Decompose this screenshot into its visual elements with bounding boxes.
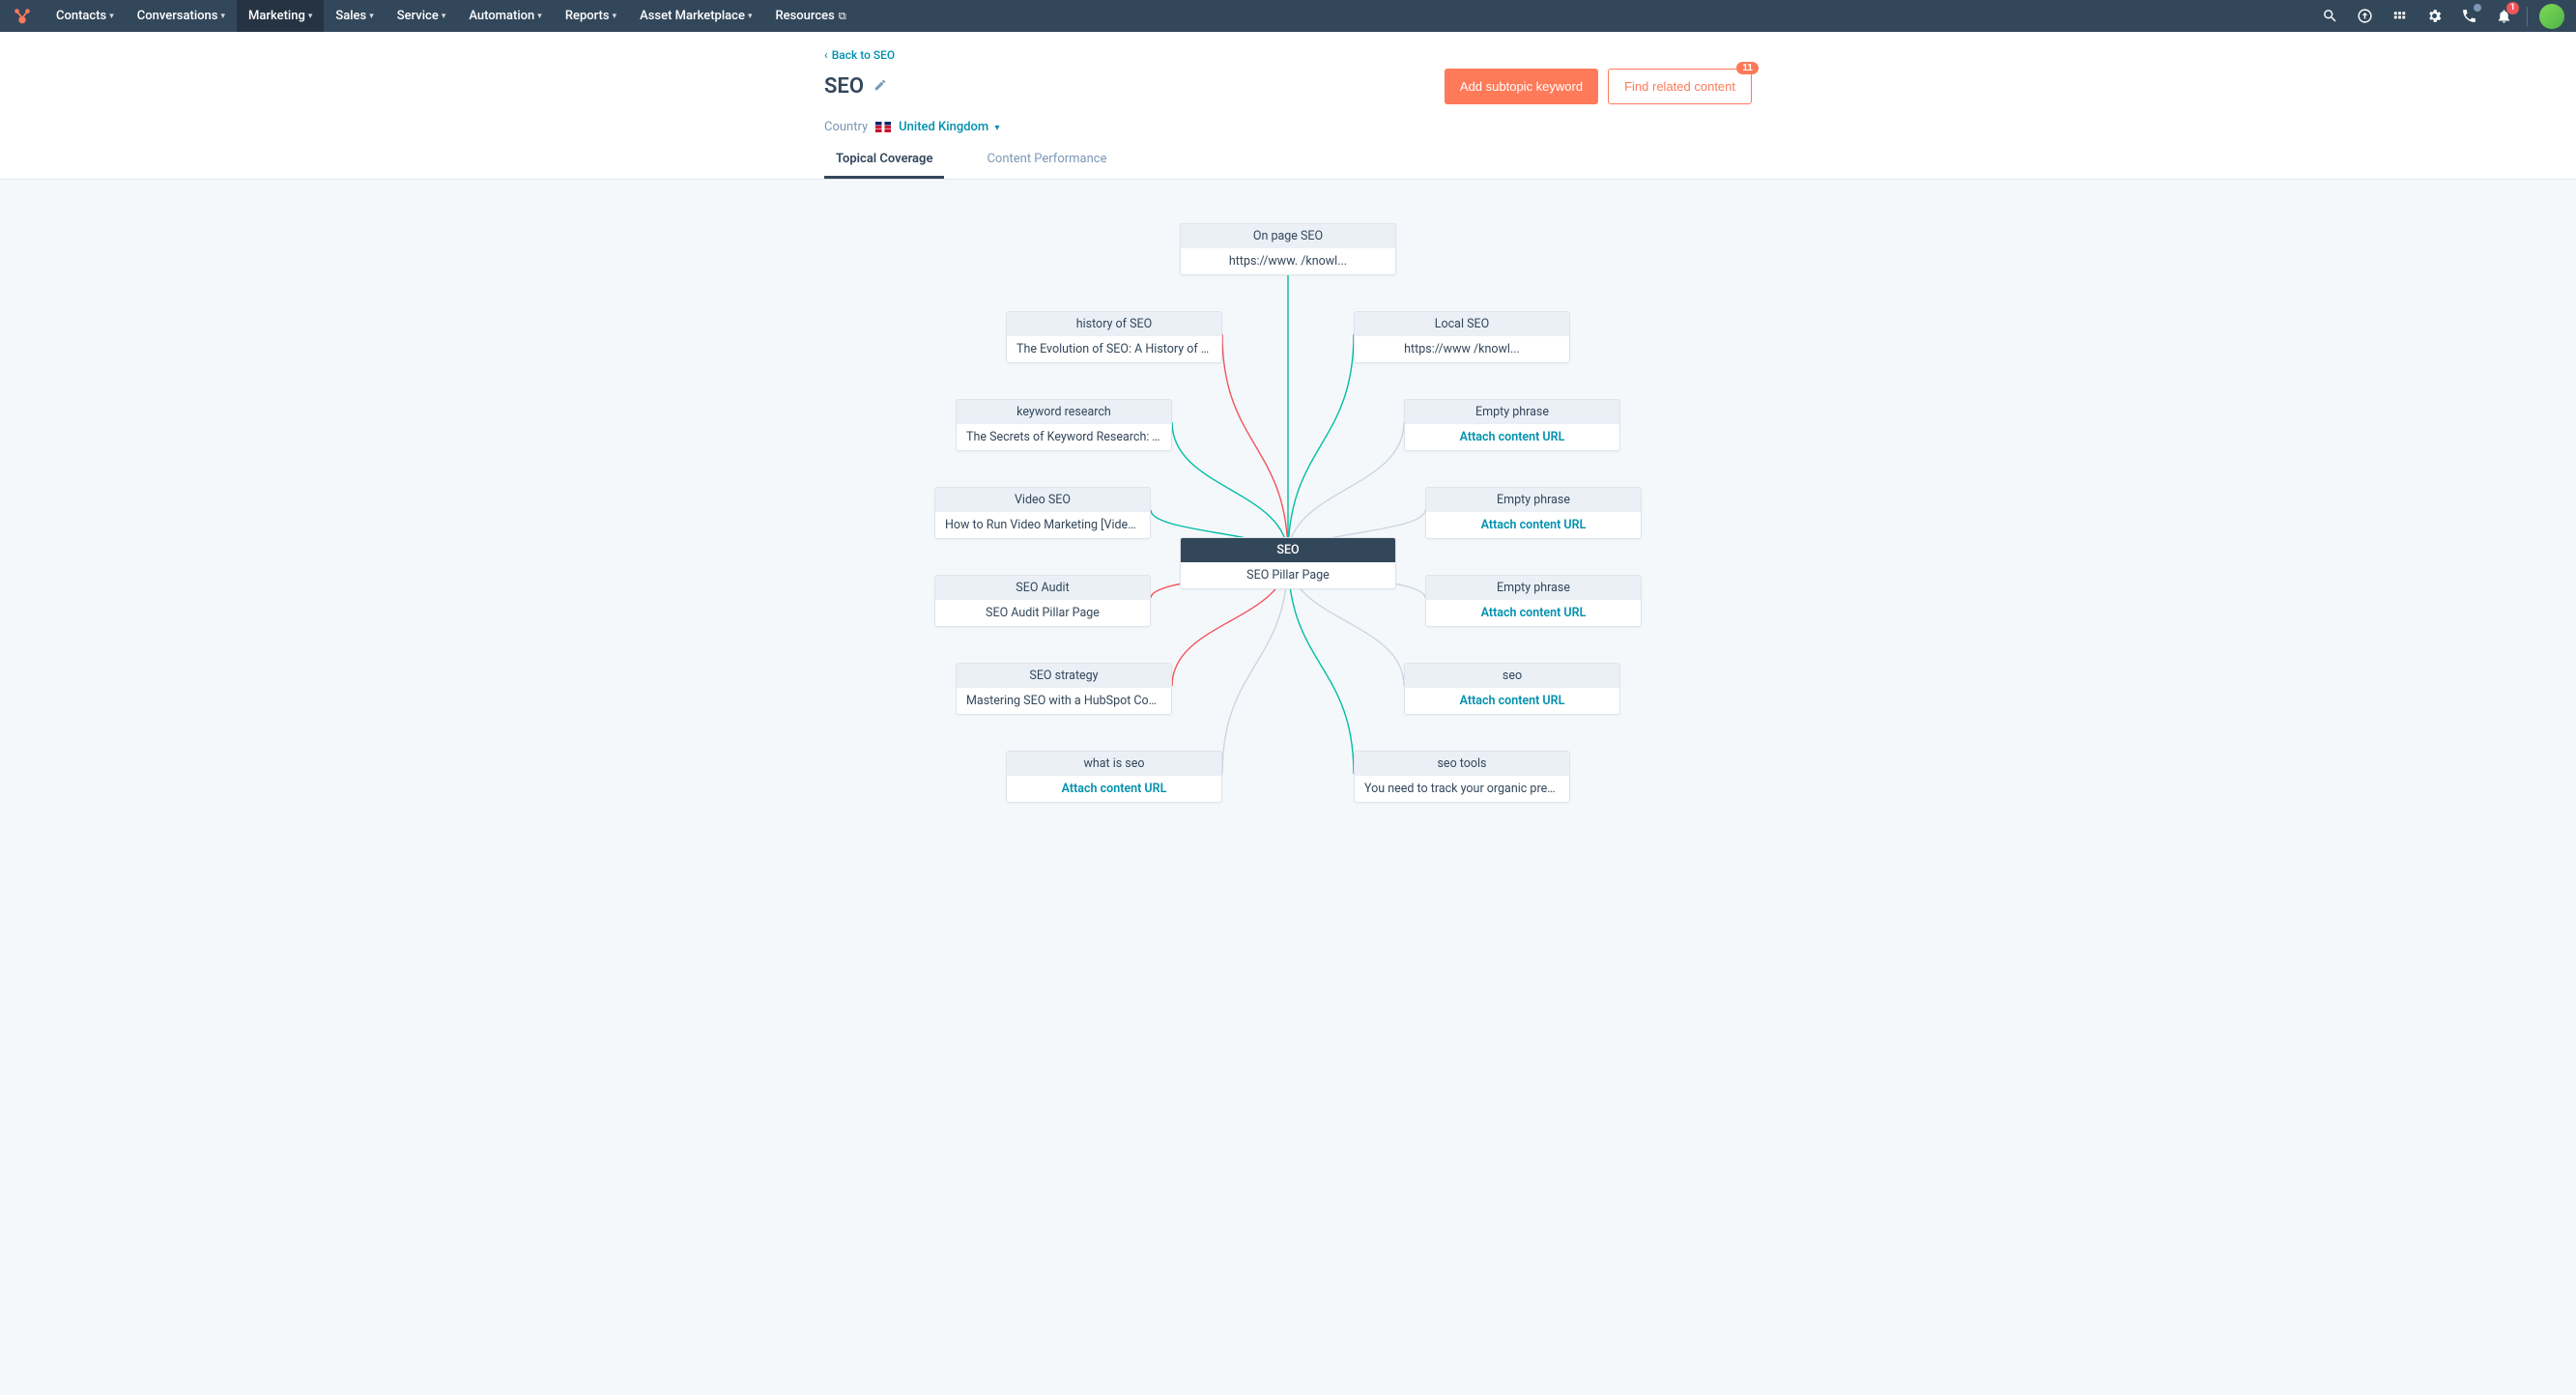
subtopic-node[interactable]: seoAttach content URL (1404, 663, 1620, 715)
attach-content-link[interactable]: Attach content URL (1426, 600, 1641, 626)
chevron-down-icon: ▾ (308, 12, 313, 21)
nav-item-contacts[interactable]: Contacts▾ (44, 0, 126, 32)
attach-content-link[interactable]: Attach content URL (1405, 688, 1619, 714)
subtopic-title: On page SEO (1181, 224, 1395, 248)
country-selector[interactable]: United Kingdom ▾ (899, 120, 999, 134)
notifications-icon[interactable]: 1 (2492, 5, 2515, 28)
nav-item-conversations[interactable]: Conversations▾ (126, 0, 237, 32)
nav-item-resources[interactable]: Resources⧉ (763, 0, 857, 32)
subtopic-node[interactable]: Empty phraseAttach content URL (1425, 487, 1642, 539)
uk-flag-icon (875, 122, 891, 132)
subtopic-body: SEO Audit Pillar Page (935, 600, 1150, 626)
subtopic-title: Video SEO (935, 488, 1150, 512)
chevron-left-icon: ‹ (824, 48, 828, 62)
subtopic-body: The Evolution of SEO: A History of Sear.… (1007, 336, 1221, 362)
external-link-icon: ⧉ (839, 10, 846, 23)
chevron-down-icon: ▾ (442, 12, 446, 21)
subtopic-node[interactable]: Empty phraseAttach content URL (1425, 575, 1642, 627)
back-link[interactable]: ‹ Back to SEO (824, 48, 895, 62)
tab-topical-coverage[interactable]: Topical Coverage (824, 152, 944, 179)
chevron-down-icon: ▾ (748, 12, 753, 21)
subtopic-title: keyword research (957, 400, 1171, 424)
page-header: ‹ Back to SEO SEO Add subtopic keyword F… (0, 32, 2576, 180)
find-related-button[interactable]: Find related content 11 (1608, 69, 1752, 104)
subtopic-body: https://www /knowl... (1355, 336, 1569, 362)
nav-item-marketing[interactable]: Marketing▾ (237, 0, 324, 32)
chevron-down-icon: ▾ (994, 123, 999, 133)
upgrade-icon[interactable] (2353, 5, 2376, 28)
search-icon[interactable] (2318, 5, 2341, 28)
pillar-node-body: SEO Pillar Page (1181, 562, 1395, 588)
nav-item-service[interactable]: Service▾ (386, 0, 458, 32)
subtopic-title: history of SEO (1007, 312, 1221, 336)
subtopic-title: SEO strategy (957, 664, 1171, 688)
subtopic-body: You need to track your organic presenc… (1355, 776, 1569, 802)
add-subtopic-button[interactable]: Add subtopic keyword (1445, 69, 1598, 104)
subtopic-node[interactable]: seo toolsYou need to track your organic … (1354, 751, 1570, 803)
subtopic-title: SEO Audit (935, 576, 1150, 600)
subtopic-title: Empty phrase (1426, 488, 1641, 512)
chevron-down-icon: ▾ (109, 12, 114, 21)
attach-content-link[interactable]: Attach content URL (1405, 424, 1619, 450)
subtopic-title: Empty phrase (1426, 576, 1641, 600)
subtopic-node[interactable]: Video SEOHow to Run Video Marketing [Vid… (934, 487, 1151, 539)
subtopic-node[interactable]: history of SEOThe Evolution of SEO: A Hi… (1006, 311, 1222, 363)
subtopic-node[interactable]: Empty phraseAttach content URL (1404, 399, 1620, 451)
subtopic-node[interactable]: SEO strategyMastering SEO with a HubSpot… (956, 663, 1172, 715)
subtopic-body: Mastering SEO with a HubSpot Conten… (957, 688, 1171, 714)
pillar-node[interactable]: SEO SEO Pillar Page (1180, 537, 1396, 589)
subtopic-title: seo tools (1355, 752, 1569, 776)
subtopic-title: Empty phrase (1405, 400, 1619, 424)
nav-item-reports[interactable]: Reports▾ (554, 0, 628, 32)
subtopic-node[interactable]: keyword researchThe Secrets of Keyword R… (956, 399, 1172, 451)
chevron-down-icon: ▾ (537, 12, 542, 21)
cluster-edges (679, 180, 1897, 837)
top-nav: Contacts▾Conversations▾Marketing▾Sales▾S… (0, 0, 2576, 32)
subtopic-title: what is seo (1007, 752, 1221, 776)
nav-item-asset-marketplace[interactable]: Asset Marketplace▾ (628, 0, 763, 32)
subtopic-body: How to Run Video Marketing [Video & … (935, 512, 1150, 538)
chevron-down-icon: ▾ (369, 12, 374, 21)
pillar-node-title: SEO (1181, 538, 1395, 562)
tab-content-performance[interactable]: Content Performance (975, 152, 1118, 179)
calling-icon[interactable] (2457, 5, 2480, 28)
settings-icon[interactable] (2422, 5, 2446, 28)
subtopic-body: https://www. /knowl... (1181, 248, 1395, 274)
page-title: SEO (824, 74, 864, 99)
country-label: Country (824, 120, 868, 134)
edit-icon[interactable] (873, 78, 887, 96)
attach-content-link[interactable]: Attach content URL (1007, 776, 1221, 802)
subtopic-node[interactable]: On page SEOhttps://www. /knowl... (1180, 223, 1396, 275)
chevron-down-icon: ▾ (220, 12, 225, 21)
subtopic-node[interactable]: what is seoAttach content URL (1006, 751, 1222, 803)
subtopic-node[interactable]: SEO AuditSEO Audit Pillar Page (934, 575, 1151, 627)
hubspot-logo[interactable] (12, 6, 33, 27)
topic-cluster-canvas: On page SEOhttps://www. /knowl... history… (679, 180, 1897, 837)
nav-item-automation[interactable]: Automation▾ (457, 0, 553, 32)
subtopic-title: Local SEO (1355, 312, 1569, 336)
subtopic-body: The Secrets of Keyword Research: The … (957, 424, 1171, 450)
chevron-down-icon: ▾ (613, 12, 617, 21)
subtopic-title: seo (1405, 664, 1619, 688)
nav-utilities: 1 (2318, 4, 2564, 29)
subtopic-node[interactable]: Local SEOhttps://www /knowl... (1354, 311, 1570, 363)
tabs: Topical Coverage Content Performance (824, 152, 1752, 179)
nav-items: Contacts▾Conversations▾Marketing▾Sales▾S… (44, 0, 2318, 32)
nav-item-sales[interactable]: Sales▾ (324, 0, 385, 32)
user-avatar[interactable] (2539, 4, 2564, 29)
find-related-badge: 11 (1736, 62, 1759, 74)
attach-content-link[interactable]: Attach content URL (1426, 512, 1641, 538)
nav-divider (2527, 7, 2528, 26)
marketplace-icon[interactable] (2388, 5, 2411, 28)
notifications-badge: 1 (2506, 2, 2519, 14)
